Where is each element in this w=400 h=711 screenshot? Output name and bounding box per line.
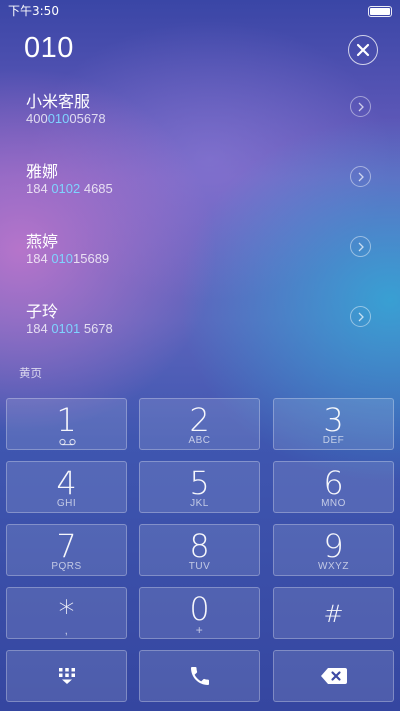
contact-detail-button[interactable] — [350, 96, 371, 117]
phone-icon — [190, 667, 209, 685]
contact-name: 小米客服 — [26, 92, 91, 111]
key-letters: JKL — [190, 498, 209, 509]
call-button[interactable] — [139, 650, 260, 702]
key-letters: GHI — [56, 498, 77, 509]
contact-detail-button[interactable] — [350, 236, 371, 257]
key-letters: WXYZ — [318, 561, 349, 572]
contact-detail-button[interactable] — [350, 306, 371, 327]
key-digit: 4 — [56, 464, 77, 502]
key-letters: MNO — [321, 498, 346, 509]
key-digit: 2 — [189, 401, 210, 439]
key-letters: DEF — [322, 435, 345, 446]
yellow-pages-label[interactable]: 黄页 — [19, 365, 42, 381]
contact-detail-button[interactable] — [350, 166, 371, 187]
close-icon — [356, 43, 370, 57]
key-digit: 5 — [189, 464, 210, 502]
key-2[interactable]: 2 ABC — [139, 398, 260, 450]
chevron-right-icon — [358, 102, 364, 111]
number-match-highlight: 010 — [47, 111, 70, 126]
key-0[interactable]: 0 + — [139, 587, 260, 639]
key-5[interactable]: 5 JKL — [139, 461, 260, 513]
contact-name: 子玲 — [26, 302, 59, 321]
battery-icon — [368, 6, 392, 17]
key-8[interactable]: 8 TUV — [139, 524, 260, 576]
key-digit: 9 — [323, 527, 344, 565]
number-match-highlight: 0101 — [51, 321, 81, 336]
key-digit: # — [323, 600, 344, 628]
number-match-highlight: 0102 — [51, 181, 81, 196]
key-9[interactable]: 9 WXYZ — [273, 524, 394, 576]
contact-row[interactable]: 雅娜 184 0102 4685 — [0, 144, 400, 214]
contact-number: 184 0101 5678 — [26, 321, 113, 336]
key-hash[interactable]: # — [273, 587, 394, 639]
chevron-right-icon — [358, 172, 364, 181]
contact-number: 40001005678 — [26, 111, 106, 126]
key-digit: 7 — [56, 527, 77, 565]
key-letters: , — [64, 623, 69, 637]
contact-number: 184 01015689 — [26, 251, 110, 266]
key-letters: PQRS — [51, 561, 82, 572]
contact-row[interactable]: 小米客服 40001005678 — [0, 74, 400, 144]
chevron-right-icon — [358, 312, 364, 321]
key-letters: ABC — [188, 435, 211, 446]
key-3[interactable]: 3 DEF — [273, 398, 394, 450]
contact-row[interactable]: 燕婷 184 01015689 — [0, 214, 400, 284]
contact-row[interactable]: 子玲 184 0101 5678 — [0, 284, 400, 354]
status-bar: 下午3:50 — [0, 0, 400, 22]
key-star[interactable]: * , — [6, 587, 127, 639]
key-digit: 0 — [189, 590, 210, 628]
clear-input-button[interactable] — [348, 35, 378, 65]
key-1[interactable]: 1 — [6, 398, 127, 450]
voicemail-icon — [59, 438, 76, 446]
key-letters: + — [195, 623, 204, 637]
dialpad-grid-icon — [58, 668, 75, 684]
contact-name: 雅娜 — [26, 162, 59, 181]
backspace-button[interactable] — [273, 650, 394, 702]
contact-name: 燕婷 — [26, 232, 59, 251]
status-time: 下午3:50 — [8, 4, 59, 18]
key-digit: 3 — [323, 401, 344, 439]
dialed-number-display[interactable]: 010 — [24, 32, 74, 65]
hide-keypad-button[interactable] — [6, 650, 127, 702]
key-digit: 1 — [56, 401, 77, 439]
key-digit: 6 — [323, 464, 344, 502]
key-6[interactable]: 6 MNO — [273, 461, 394, 513]
contact-suggestion-list: 小米客服 40001005678 雅娜 184 0102 4685 燕婷 184… — [0, 74, 400, 354]
key-7[interactable]: 7 PQRS — [6, 524, 127, 576]
chevron-right-icon — [358, 242, 364, 251]
backspace-icon — [320, 668, 347, 684]
key-letters: TUV — [188, 561, 211, 572]
number-match-highlight: 010 — [51, 251, 74, 266]
key-digit: 8 — [189, 527, 210, 565]
contact-number: 184 0102 4685 — [26, 181, 113, 196]
key-4[interactable]: 4 GHI — [6, 461, 127, 513]
